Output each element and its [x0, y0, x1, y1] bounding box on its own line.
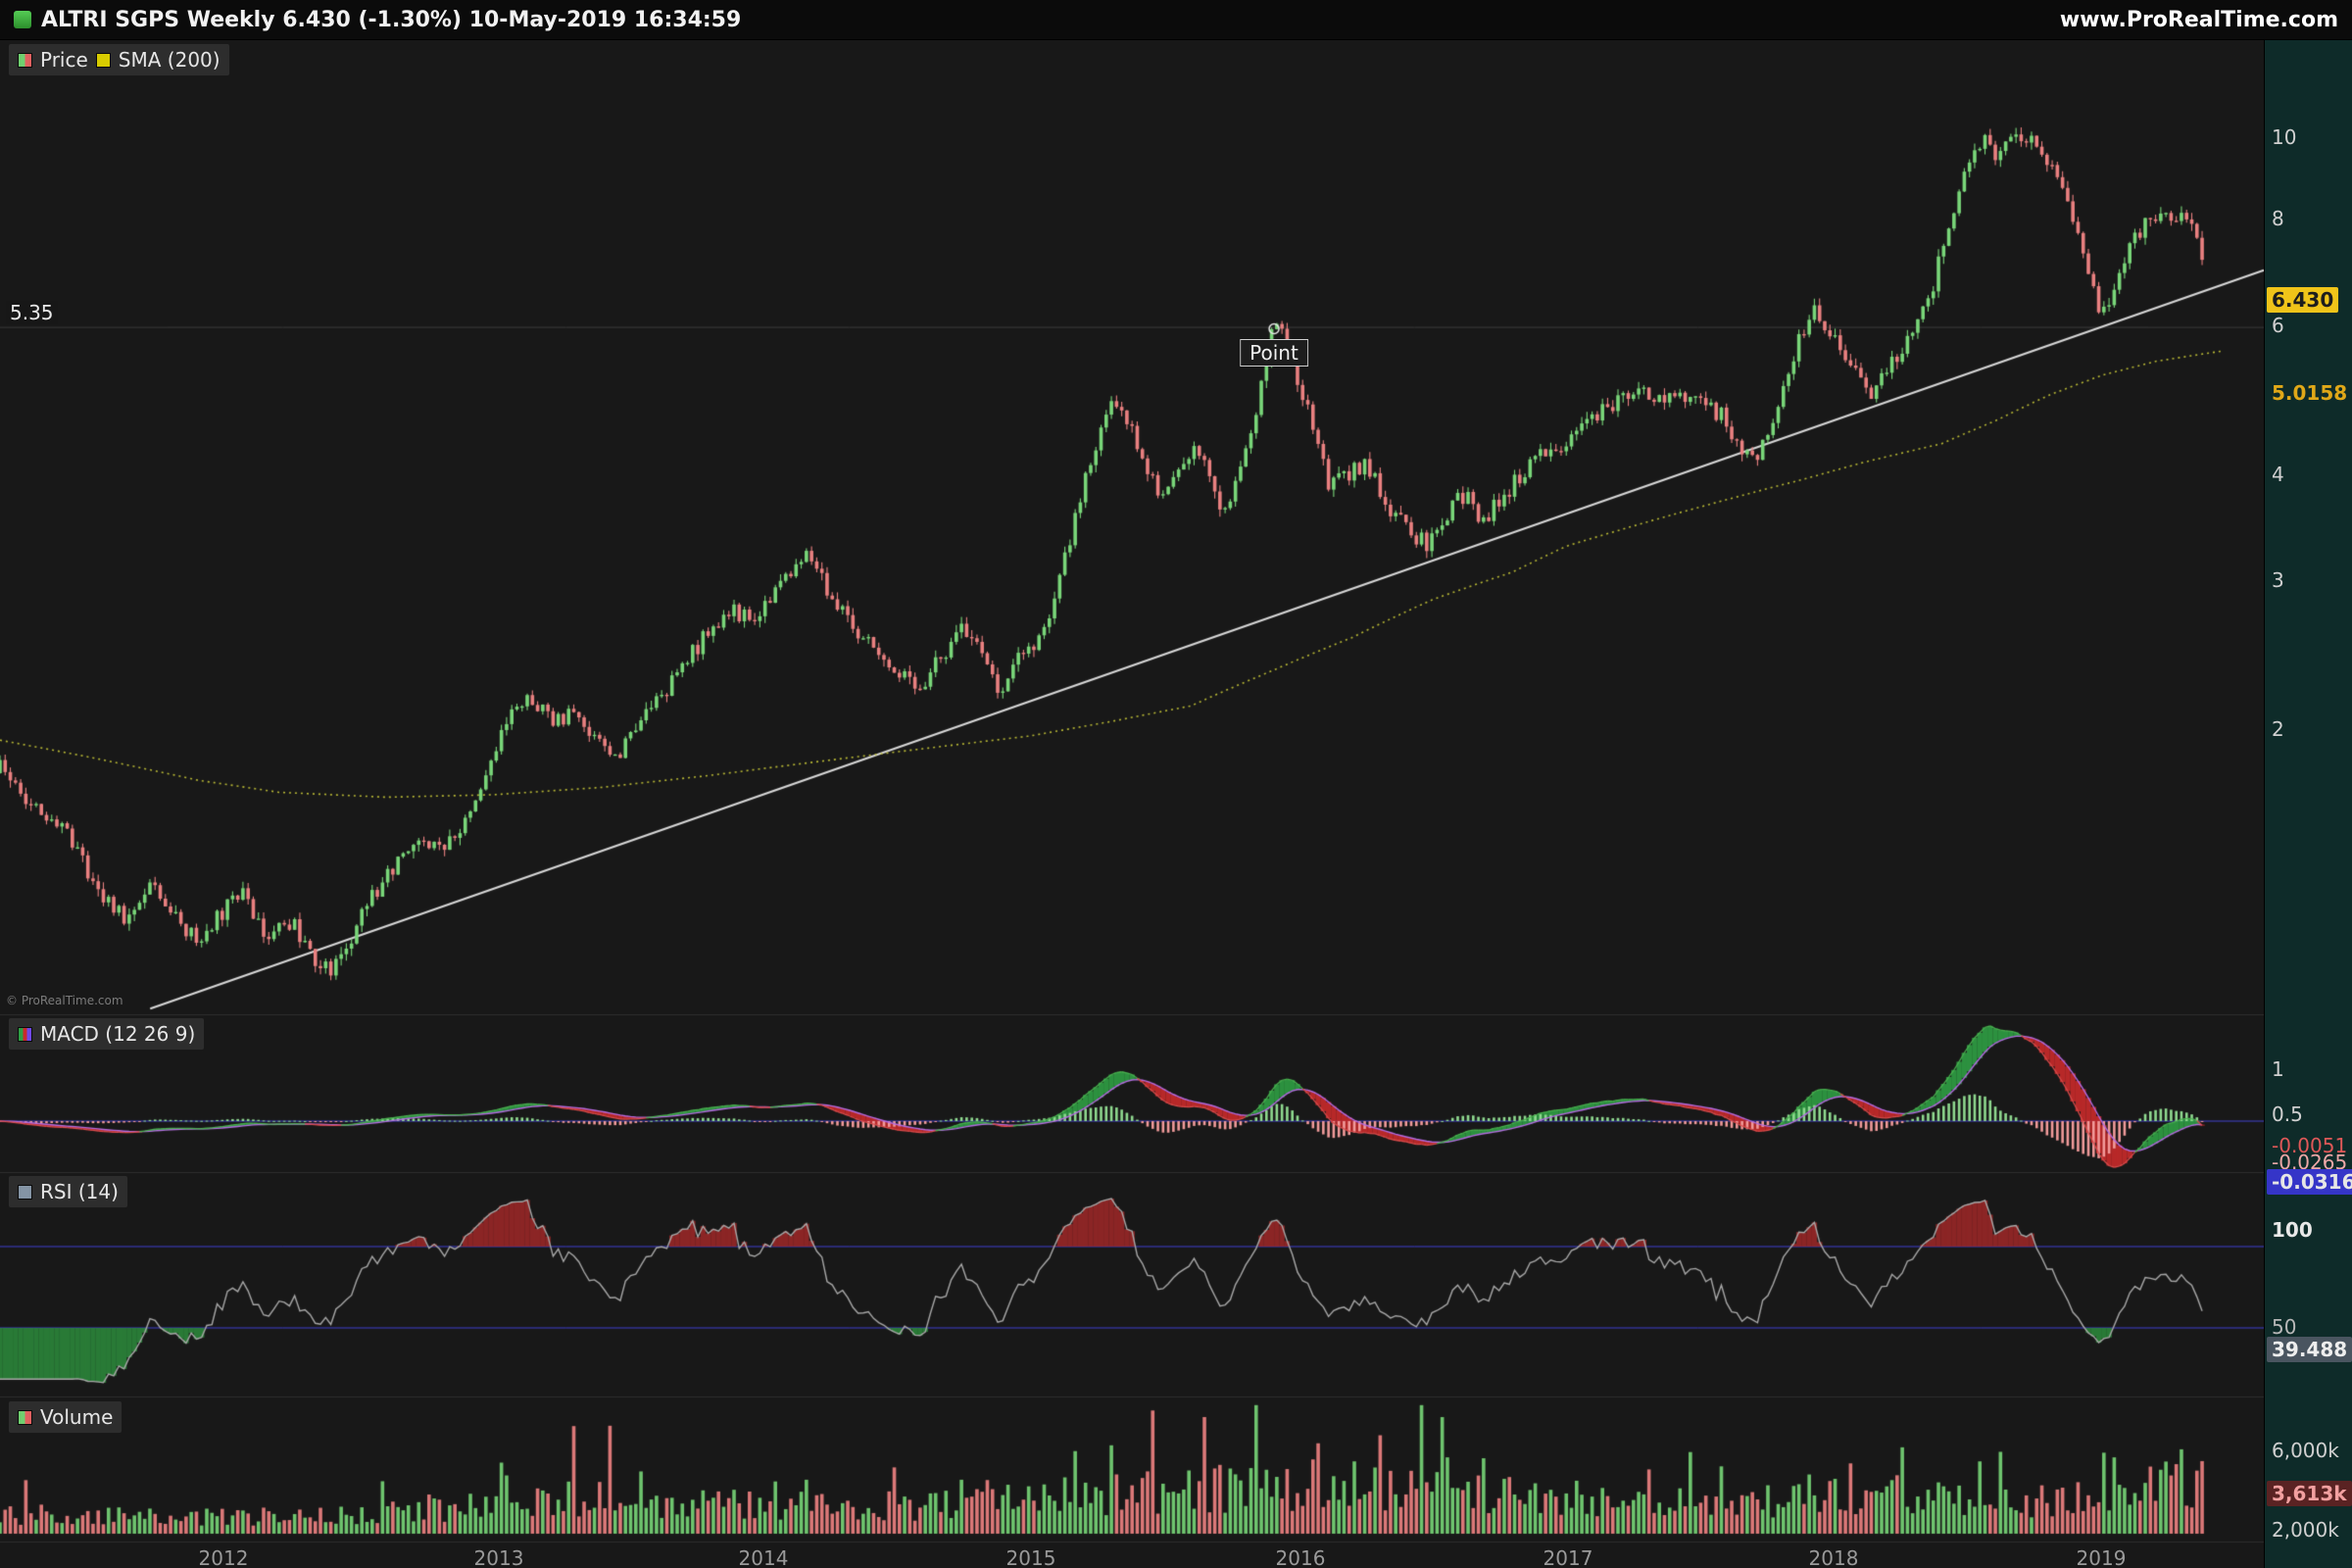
price-legend-label: Price [40, 48, 88, 72]
prorealtime-chart-window: ALTRI SGPS Weekly 6.430 (-1.30%) 10-May-… [0, 0, 2352, 1568]
prorealtime-link[interactable]: www.ProRealTime.com [2060, 8, 2338, 32]
price-tick-2: 2 [2272, 718, 2284, 740]
year-label-2012: 2012 [199, 1546, 249, 1568]
macd-series-icon [18, 1027, 32, 1042]
volume-value-badge: 3,613k [2267, 1481, 2352, 1506]
year-label-2013: 2013 [474, 1546, 524, 1568]
sma-series-icon [96, 53, 111, 68]
last-price-badge: 6.430 [2267, 287, 2338, 313]
year-label-2018: 2018 [1809, 1546, 1859, 1568]
year-label-2015: 2015 [1006, 1546, 1056, 1568]
header-bar: ALTRI SGPS Weekly 6.430 (-1.30%) 10-May-… [0, 0, 2352, 40]
macd-tick-1: 1 [2272, 1058, 2284, 1080]
rsi-tick-50: 50 [2272, 1316, 2296, 1338]
horizontal-line-value[interactable]: 5.35 [6, 301, 58, 324]
price-tick-6: 6 [2272, 315, 2284, 336]
point-annotation-label[interactable]: Point [1240, 339, 1308, 367]
year-label-2017: 2017 [1544, 1546, 1593, 1568]
price-tick-3: 3 [2272, 569, 2284, 591]
price-tick-8: 8 [2272, 208, 2284, 229]
volume-legend[interactable]: Volume [8, 1400, 122, 1434]
header-left: ALTRI SGPS Weekly 6.430 (-1.30%) 10-May-… [14, 8, 741, 32]
app-icon [14, 11, 31, 28]
rsi-legend-label: RSI (14) [40, 1180, 119, 1203]
sma-legend-label: SMA (200) [119, 48, 220, 72]
sma-value-badge: 5.0158 [2267, 380, 2352, 406]
price-series-icon [18, 53, 32, 68]
year-label-2019: 2019 [2077, 1546, 2127, 1568]
macd-legend-label: MACD (12 26 9) [40, 1022, 195, 1046]
right-axis[interactable]: 10 8 6 6.430 5.0158 4 3 2 1 0.5 -0.0051 … [2264, 40, 2352, 1568]
volume-legend-label: Volume [40, 1405, 113, 1429]
rsi-series-icon [18, 1185, 32, 1200]
year-label-2014: 2014 [739, 1546, 789, 1568]
watermark: © ProRealTime.com [6, 994, 123, 1007]
rsi-tick-100: 100 [2272, 1219, 2313, 1241]
price-legend[interactable]: Price SMA (200) [8, 43, 230, 76]
rsi-legend[interactable]: RSI (14) [8, 1175, 128, 1208]
year-label-2016: 2016 [1276, 1546, 1326, 1568]
volume-tick-low: 2,000k [2272, 1519, 2339, 1541]
macd-legend[interactable]: MACD (12 26 9) [8, 1017, 205, 1051]
macd-tick-05: 0.5 [2272, 1103, 2303, 1125]
chart-canvas[interactable] [0, 0, 2352, 1568]
price-tick-10: 10 [2272, 126, 2296, 148]
volume-tick-high: 6,000k [2272, 1440, 2339, 1461]
volume-series-icon [18, 1410, 32, 1425]
macd-signal-value: -0.0316 [2267, 1169, 2352, 1195]
instrument-title: ALTRI SGPS Weekly 6.430 (-1.30%) 10-May-… [41, 8, 741, 32]
rsi-value-badge: 39.488 [2267, 1337, 2352, 1362]
price-tick-4: 4 [2272, 464, 2284, 485]
